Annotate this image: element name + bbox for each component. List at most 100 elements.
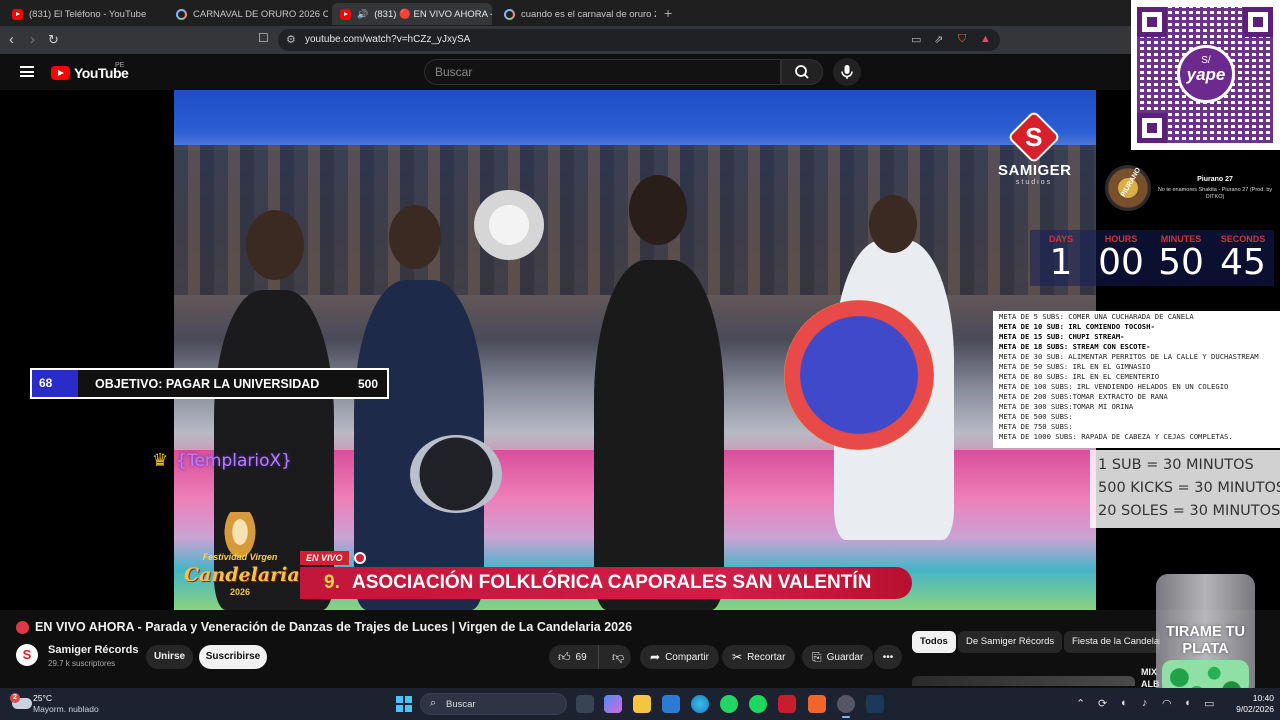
netflix-icon[interactable]	[778, 695, 796, 713]
wifi-icon[interactable]: ◠	[1162, 697, 1172, 710]
browser-tab-bar: (831) El Teléfono - YouTube CARNAVAL DE …	[0, 0, 1280, 26]
brave-shield-icon[interactable]: ⛉	[958, 33, 966, 46]
back-icon[interactable]: ‹	[9, 31, 14, 49]
share-button[interactable]: ➦ Compartir	[640, 645, 719, 669]
omnibox[interactable]: ⚙ youtube.com/watch?v=hCZz_yJxySA ▭ ⇗ ⛉ …	[278, 29, 1000, 51]
youtube-header: YouTube PE	[0, 54, 1280, 90]
tab-el-telefono[interactable]: (831) El Teléfono - YouTube	[4, 3, 164, 25]
tab-cuando-es-search[interactable]: cuando es el carnaval de oruro 2026	[496, 3, 656, 25]
save-button[interactable]: ⎘ Guardar	[802, 645, 874, 669]
share-icon[interactable]: ⇗	[934, 33, 943, 46]
copilot-icon[interactable]	[604, 695, 622, 713]
start-button[interactable]	[396, 696, 412, 712]
objective-label: OBJETIVO: PAGAR LA UNIVERSIDAD	[95, 376, 320, 391]
member-highlight: ♛ {TemplarioX}	[152, 450, 292, 471]
taskbar-search[interactable]: ⌕ Buscar	[420, 693, 567, 715]
voice-search-button[interactable]	[833, 58, 861, 86]
thumbs-down-icon: 👎︎	[612, 649, 625, 664]
rate-line: 500 KICKS = 30 MINUTOS	[1098, 480, 1280, 496]
notification-badge: 2	[10, 693, 20, 703]
goal-item: META DE 5 SUBS: COMER UNA CUCHARADA DE C…	[999, 312, 1194, 321]
video-frame[interactable]	[174, 90, 1096, 610]
url-text[interactable]: youtube.com/watch?v=hCZz_yJxySA	[305, 34, 470, 45]
song-title: Piurano 27	[1197, 176, 1233, 183]
volume-icon[interactable]: ◖	[1184, 697, 1191, 709]
system-clock[interactable]: 10:40 9/02/2026	[1226, 693, 1274, 715]
video-player[interactable]: S SAMIGER studios PIURANO Piurano 27 No …	[0, 90, 1280, 610]
video-title: EN VIVO AHORA - Parada y Veneración de D…	[35, 620, 633, 634]
clip-button[interactable]: ✂ Recortar	[722, 645, 796, 669]
recommended-thumbnail[interactable]	[912, 676, 1135, 686]
scene-musician-head	[389, 205, 441, 269]
like-button[interactable]: 👍︎ 69	[549, 645, 599, 669]
thumbs-up-icon: 👍︎	[558, 649, 571, 664]
samiger-logo-mark: S	[1007, 110, 1061, 164]
edge-icon[interactable]	[691, 695, 709, 713]
steam-icon[interactable]	[866, 695, 884, 713]
show-hidden-icons[interactable]: ⌃	[1076, 697, 1085, 710]
forward-icon[interactable]: ›	[30, 31, 35, 49]
scene-musician-head	[246, 210, 304, 280]
site-info-icon[interactable]: ⚙	[286, 33, 296, 46]
whatsapp-icon[interactable]	[720, 695, 738, 713]
lower-third-number: 9.	[324, 572, 340, 593]
network-icon[interactable]: ◐	[1121, 697, 1128, 709]
timer-minutes: MINUTES 50	[1158, 234, 1204, 283]
scene-bass-drum	[784, 300, 934, 450]
chip-fiesta-candelaria[interactable]: Fiesta de la Candelaria	[1064, 631, 1160, 653]
microphone-tray-icon[interactable]: ♪	[1142, 697, 1148, 709]
channel-avatar[interactable]: S	[16, 644, 38, 666]
tab-en-vivo-active[interactable]: 🔊 (831) 🔴 EN VIVO AHORA - P ✕	[332, 3, 492, 25]
search-icon	[795, 65, 809, 79]
search-button[interactable]	[781, 59, 823, 85]
weather-description[interactable]: Mayorm. nublado	[33, 704, 99, 714]
store-icon[interactable]	[662, 695, 680, 713]
weather-widget[interactable]: 2	[10, 693, 34, 711]
live-dot-icon	[354, 552, 366, 564]
new-tab-button[interactable]: +	[664, 5, 672, 21]
objective-target: 500	[357, 376, 378, 391]
more-icon: •••	[882, 651, 894, 663]
google-icon	[504, 8, 515, 20]
festival-line1: Festividad Virgen	[202, 552, 278, 562]
reload-icon[interactable]: ↻	[48, 31, 59, 49]
search-icon: ⌕	[430, 697, 437, 709]
video-scene-canopy	[174, 90, 1096, 150]
spotify-icon[interactable]	[749, 695, 767, 713]
scene-musician-head	[869, 195, 917, 253]
join-button[interactable]: Unirse	[146, 645, 193, 669]
channel-name[interactable]: Samiger Récords	[48, 644, 138, 656]
dislike-button[interactable]: 👎︎	[604, 650, 624, 665]
file-explorer-icon[interactable]	[633, 695, 651, 713]
search-input[interactable]	[435, 65, 765, 79]
brave-icon[interactable]	[808, 695, 826, 713]
tab-title: (831) El Teléfono - YouTube	[29, 8, 147, 20]
cast-icon[interactable]: ▭	[911, 33, 921, 46]
qr-finder	[1137, 7, 1167, 37]
task-view-icon[interactable]	[576, 695, 594, 713]
album-art: PIURANO	[1105, 165, 1151, 211]
rates-box: 1 SUB = 30 MINUTOS 500 KICKS = 30 MINUTO…	[1090, 450, 1280, 528]
tab-carnaval-search[interactable]: CARNAVAL DE ORURO 2026 CUANDO	[168, 3, 328, 25]
bookmark-add-icon: ⎘	[812, 649, 822, 664]
chip-todos[interactable]: Todos	[912, 631, 956, 653]
brave-rewards-icon[interactable]: ▲	[980, 33, 991, 45]
goal-item: META DE 10 SUB: IRL COMIENDO TOCOSH-	[999, 322, 1155, 331]
sync-icon[interactable]: ⟳	[1098, 697, 1107, 710]
menu-icon[interactable]	[20, 66, 34, 77]
lower-third-text: ASOCIACIÓN FOLKLÓRICA CAPORALES SAN VALE…	[352, 572, 872, 593]
bookmark-icon[interactable]: ☐	[258, 31, 269, 45]
obs-icon[interactable]	[837, 695, 855, 718]
battery-icon[interactable]: ▭	[1204, 697, 1214, 710]
more-actions-button[interactable]: •••	[874, 645, 902, 669]
temperature[interactable]: 25°C	[33, 693, 52, 703]
festival-logo: Festividad Virgen Candelaria 2026	[184, 512, 300, 602]
rate-line: 20 SOLES = 30 MINUTOS	[1098, 503, 1280, 519]
yape-logo: S/ yape	[1177, 45, 1235, 103]
subscriber-count: 29.7 k suscriptores	[48, 659, 116, 668]
goal-item: META DE 200 SUBS:TOMAR EXTRACTO DE RANA	[999, 392, 1168, 401]
timer-days: DAYS 1	[1048, 234, 1074, 283]
goal-item: META DE 30 SUB: ALIMENTAR PERRITOS DE LA…	[999, 352, 1259, 361]
chip-de-samiger[interactable]: De Samiger Récords	[958, 631, 1063, 653]
subscribe-button[interactable]: Suscribirse	[199, 645, 267, 669]
